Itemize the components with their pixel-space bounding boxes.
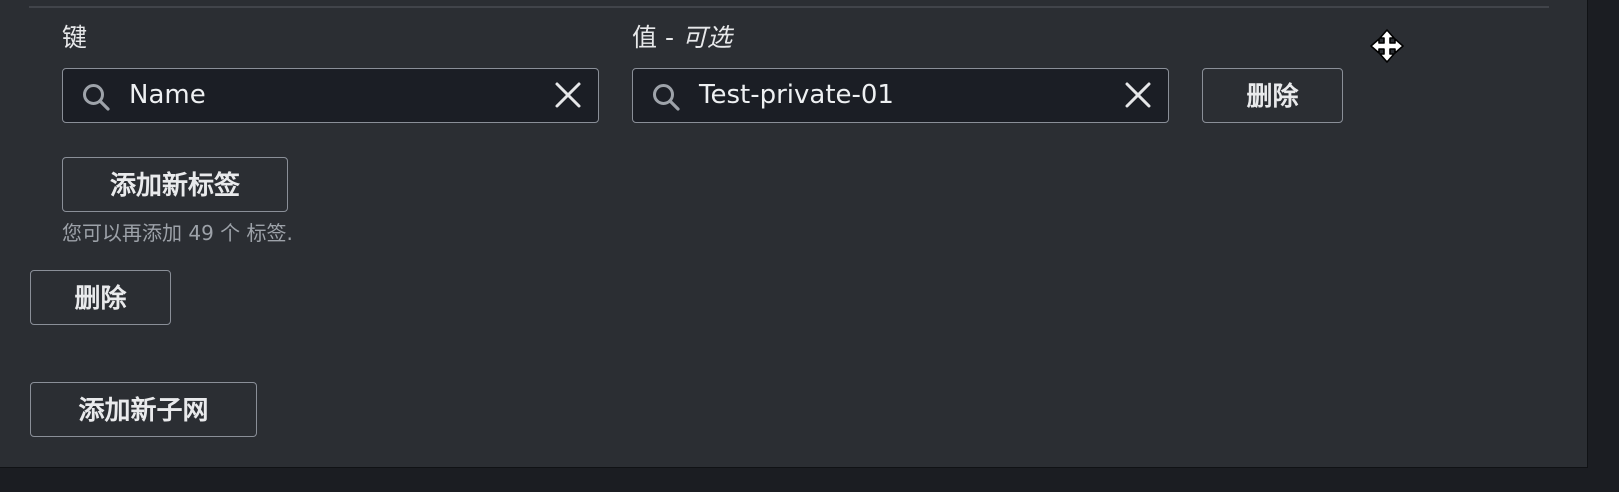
add-new-subnet-button[interactable]: 添加新子网	[30, 382, 257, 437]
tag-key-value[interactable]: Name	[129, 69, 206, 121]
remaining-tags-hint: 您可以再添加 49 个 标签.	[62, 221, 293, 245]
remove-subnet-button[interactable]: 删除	[30, 270, 171, 325]
divider	[29, 6, 1549, 8]
search-icon	[83, 84, 110, 111]
close-icon[interactable]	[1124, 81, 1152, 109]
key-label-text: 键	[62, 23, 88, 52]
remove-tag-button[interactable]: 删除	[1202, 68, 1343, 123]
search-icon	[653, 84, 680, 111]
tag-value-input[interactable]: Test-private-01	[632, 68, 1169, 123]
value-label: 值 - 可选	[632, 22, 732, 54]
value-label-text: 值	[632, 23, 658, 52]
value-label-dash: -	[665, 23, 675, 52]
close-icon[interactable]	[554, 81, 582, 109]
subnet-settings-panel: 键 值 - 可选 Name Test-private-01 删除 添加新标签 您可以…	[0, 0, 1588, 468]
tag-value-value[interactable]: Test-private-01	[699, 69, 894, 121]
move-cursor-icon	[1370, 29, 1404, 63]
add-new-tag-button[interactable]: 添加新标签	[62, 157, 288, 212]
tag-key-input[interactable]: Name	[62, 68, 599, 123]
key-label: 键	[62, 22, 87, 54]
value-label-optional: 可选	[682, 23, 733, 52]
